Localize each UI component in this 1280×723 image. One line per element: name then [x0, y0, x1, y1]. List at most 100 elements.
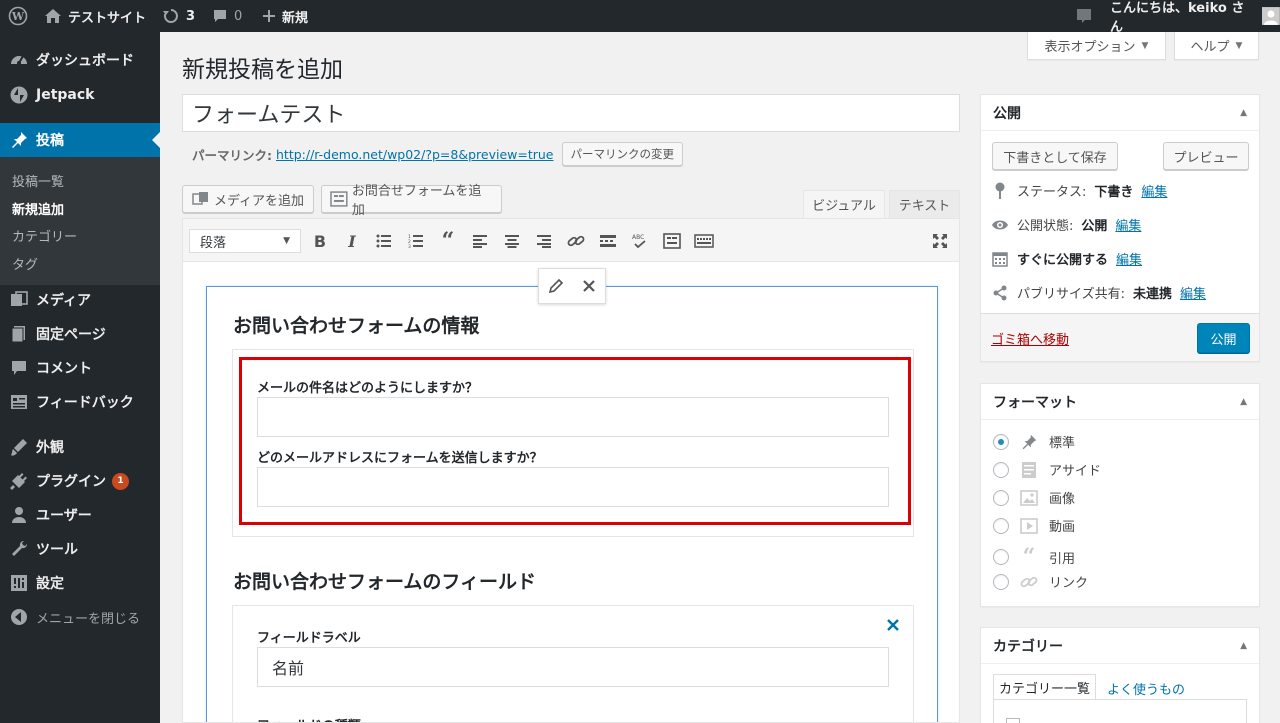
menu-appearance[interactable]: 外観	[0, 430, 160, 464]
publish-box-header[interactable]: 公開 ▲	[981, 95, 1259, 131]
caret-down-icon: ▼	[1235, 40, 1243, 51]
menu-comments[interactable]: コメント	[0, 351, 160, 385]
category-box-header[interactable]: カテゴリー ▲	[981, 628, 1259, 664]
edit-status-link[interactable]: 編集	[1141, 181, 1167, 200]
format-option-video[interactable]: 動画	[993, 516, 1075, 535]
radio-link[interactable]	[993, 573, 1009, 590]
align-right-icon[interactable]	[534, 232, 554, 250]
radio-video[interactable]	[993, 517, 1009, 534]
screen-options-button[interactable]: 表示オプション ▼	[1027, 32, 1166, 60]
read-more-icon[interactable]	[598, 232, 618, 250]
publish-box: 公開 ▲ 下書きとして保存 プレビュー ステータス: 下書き 編集 公開状態: 公開…	[980, 94, 1260, 362]
caret-up-icon[interactable]: ▲	[1240, 108, 1247, 118]
my-account-link[interactable]: こんにちは、keiko さん	[1110, 0, 1280, 35]
align-center-icon[interactable]	[502, 232, 522, 250]
close-icon[interactable]	[583, 280, 595, 292]
site-name-link[interactable]: テストサイト	[44, 0, 146, 32]
format-option-link[interactable]: リンク	[993, 572, 1088, 591]
format-option-aside[interactable]: アサイド	[993, 460, 1101, 479]
numbered-list-icon[interactable]: 123	[406, 232, 426, 250]
form-icon[interactable]	[662, 232, 682, 250]
caret-up-icon[interactable]: ▲	[1240, 397, 1247, 407]
submenu-all-posts[interactable]: 投稿一覧	[12, 171, 64, 190]
menu-dashboard[interactable]: ダッシュボード	[0, 43, 160, 77]
format-option-quote[interactable]: “ 引用	[993, 544, 1075, 570]
menu-posts[interactable]: 投稿	[0, 123, 160, 157]
align-left-icon[interactable]	[470, 232, 490, 250]
toolbar-toggle-icon[interactable]	[694, 232, 714, 250]
menu-pages[interactable]: 固定ページ	[0, 317, 160, 351]
menu-media[interactable]: メディア	[0, 283, 160, 317]
edit-schedule-link[interactable]: 編集	[1116, 249, 1142, 268]
radio-aside[interactable]	[993, 461, 1009, 478]
permalink-label: パーマリンク:	[192, 147, 272, 163]
add-contact-form-button[interactable]: お問合せフォームを追加	[321, 184, 502, 218]
appearance-icon	[0, 437, 36, 457]
format-option-image[interactable]: 画像	[993, 488, 1075, 507]
trash-link[interactable]: ゴミ箱へ移動	[991, 329, 1069, 348]
remove-field-icon[interactable]	[887, 619, 899, 631]
menu-feedback[interactable]: フィードバック	[0, 385, 160, 419]
menu-tools[interactable]: ツール	[0, 532, 160, 566]
change-permalink-button[interactable]: パーマリンクの変更	[561, 142, 683, 166]
pencil-icon[interactable]	[549, 279, 563, 293]
radio-quote[interactable]	[993, 549, 1009, 565]
subject-input[interactable]	[257, 397, 889, 437]
submenu-tags[interactable]: タグ	[12, 254, 38, 273]
comments-link[interactable]: 0	[212, 0, 242, 32]
subject-field-label: メールの件名はどのようにしますか？	[257, 381, 479, 396]
post-title-input[interactable]: フォームテスト	[182, 94, 960, 132]
preview-button[interactable]: プレビュー	[1163, 142, 1249, 170]
email-input[interactable]	[257, 467, 889, 507]
svg-text:W: W	[11, 10, 25, 23]
category-checkbox[interactable]	[1006, 718, 1020, 723]
radio-standard[interactable]	[993, 433, 1009, 450]
format-box-header[interactable]: フォーマット ▲	[981, 384, 1259, 420]
tab-visual[interactable]: ビジュアル	[803, 190, 885, 218]
link-icon[interactable]	[566, 232, 586, 250]
publish-button[interactable]: 公開	[1197, 323, 1250, 353]
menu-settings[interactable]: 設定	[0, 566, 160, 600]
add-media-button[interactable]: メディアを追加	[182, 185, 314, 213]
menu-users[interactable]: ユーザー	[0, 498, 160, 532]
new-content-link[interactable]: 新規	[262, 0, 308, 32]
edit-publicize-link[interactable]: 編集	[1180, 283, 1206, 302]
blockquote-icon[interactable]: “	[438, 228, 458, 254]
edit-visibility-link[interactable]: 編集	[1115, 215, 1141, 234]
pin-icon	[1019, 433, 1039, 451]
menu-collapse[interactable]: メニューを閉じる	[0, 600, 160, 634]
wordpress-logo[interactable]: W	[8, 0, 28, 32]
submenu-categories[interactable]: カテゴリー	[12, 226, 77, 245]
caret-up-icon[interactable]: ▲	[1240, 641, 1247, 651]
field-label-label: フィールドラベル	[257, 631, 361, 646]
fullscreen-icon[interactable]	[930, 232, 950, 250]
notifications-link[interactable]	[1076, 0, 1092, 32]
visibility-row: 公開状態: 公開 編集	[991, 215, 1141, 234]
save-draft-button[interactable]: 下書きとして保存	[992, 142, 1118, 170]
italic-icon[interactable]: I	[342, 232, 362, 251]
format-option-standard[interactable]: 標準	[993, 432, 1075, 451]
radio-image[interactable]	[993, 489, 1009, 506]
submenu-add-new[interactable]: 新規追加	[12, 199, 64, 218]
spellcheck-icon[interactable]: ABC	[630, 232, 650, 250]
new-label: 新規	[282, 10, 309, 26]
bullet-list-icon[interactable]	[374, 232, 394, 250]
menu-plugins[interactable]: プラグイン 1	[0, 464, 160, 498]
form-fields-heading: お問い合わせフォームのフィールド	[233, 571, 537, 593]
menu-jetpack[interactable]: Jetpack	[0, 78, 160, 112]
bold-icon[interactable]: B	[310, 232, 330, 251]
field-label-input[interactable]: 名前	[257, 647, 889, 687]
updates-link[interactable]: 3	[162, 0, 195, 32]
tab-text[interactable]: テキスト	[889, 190, 960, 218]
help-button[interactable]: ヘルプ ▼	[1174, 32, 1259, 60]
format-select[interactable]: 段落 ▼	[189, 229, 301, 253]
tab-popular-categories[interactable]: よく使うもの	[1107, 679, 1185, 698]
permalink-url[interactable]: http://r-demo.net/wp02/?p=8&preview=true	[276, 147, 554, 162]
contact-form-frame[interactable]: お問い合わせフォームの情報 メールの件名はどのようにしますか？ どのメールアドレ…	[206, 286, 938, 722]
permalink-row: パーマリンク: http://r-demo.net/wp02/?p=8&prev…	[192, 142, 683, 166]
jetpack-icon	[0, 85, 36, 105]
eye-icon	[991, 219, 1009, 231]
user-icon	[0, 505, 36, 525]
posts-submenu: 投稿一覧 新規追加 カテゴリー タグ	[0, 157, 160, 285]
tab-all-categories[interactable]: カテゴリー一覧	[993, 674, 1096, 700]
